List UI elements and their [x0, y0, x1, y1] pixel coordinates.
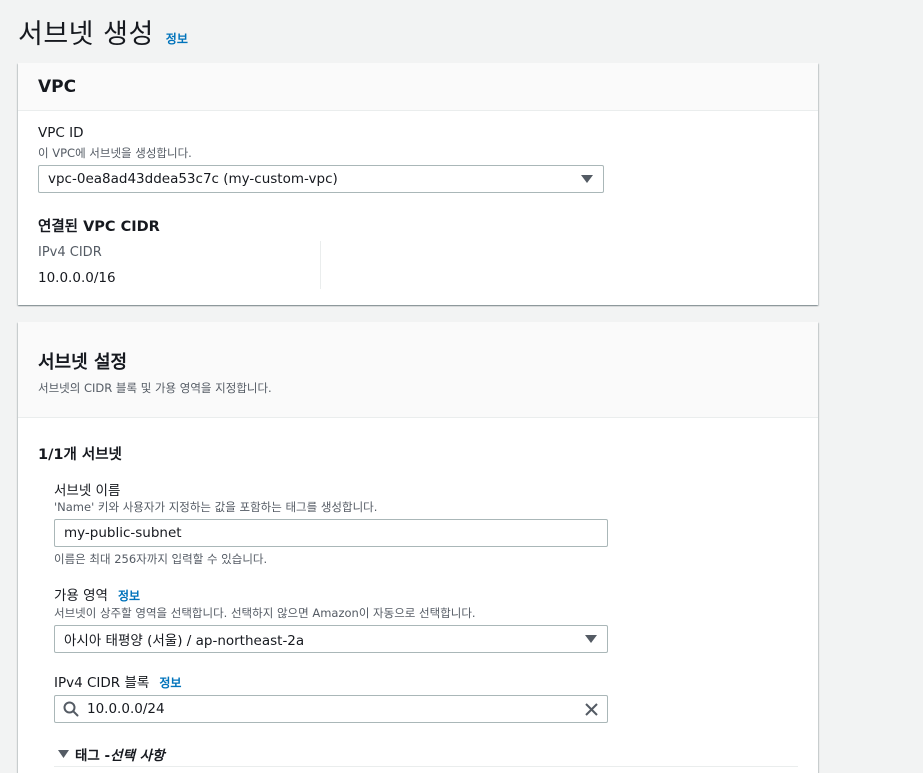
- subnet-settings-description: 서브넷의 CIDR 블록 및 가용 영역을 지정합니다.: [38, 381, 272, 395]
- tags-label: 태그 -: [75, 748, 111, 764]
- ipv4-cidr-label: IPv4 CIDR: [38, 245, 102, 260]
- cidr-block-input[interactable]: 10.0.0.0/24: [54, 695, 608, 723]
- caret-down-icon: [585, 635, 597, 643]
- cidr-block-label: IPv4 CIDR 블록: [54, 675, 150, 691]
- tags-optional: 선택 사항: [110, 748, 165, 764]
- search-icon: [63, 701, 79, 717]
- subnet-count-heading: 1/1개 서브넷: [38, 447, 122, 463]
- vpc-section-title: VPC: [38, 76, 77, 97]
- vpc-container: VPC VPC ID 이 VPC에 서브넷을 생성합니다. vpc-0ea8ad…: [18, 63, 818, 305]
- subnet-name-input[interactable]: my-public-subnet: [54, 519, 608, 547]
- close-icon[interactable]: [584, 702, 599, 717]
- tags-expander[interactable]: 태그 - 선택 사항: [58, 744, 165, 764]
- az-label: 가용 영역: [54, 588, 108, 604]
- vpc-id-select-value: vpc-0ea8ad43ddea53c7c (my-custom-vpc): [48, 171, 338, 187]
- subnet-settings-header: 서브넷 설정 서브넷의 CIDR 블록 및 가용 영역을 지정합니다.: [18, 322, 818, 418]
- tags-divider: [54, 766, 798, 767]
- subnet-settings-title: 서브넷 설정: [38, 352, 128, 373]
- caret-down-icon: [581, 175, 593, 183]
- subnet-name-value: my-public-subnet: [64, 525, 182, 541]
- az-description: 서브넷이 상주할 영역을 선택합니다. 선택하지 않으면 Amazon이 자동으…: [54, 606, 476, 620]
- vpc-id-description: 이 VPC에 서브넷을 생성합니다.: [38, 146, 192, 160]
- page-info-link[interactable]: 정보: [166, 30, 188, 47]
- triangle-down-icon: [58, 749, 69, 758]
- cidr-block-label-row: IPv4 CIDR 블록 정보: [54, 671, 181, 691]
- az-select[interactable]: 아시아 태평양 (서울) / ap-northeast-2a: [54, 625, 608, 653]
- az-info-link[interactable]: 정보: [118, 587, 140, 604]
- vpc-id-label: VPC ID: [38, 125, 84, 141]
- subnet-name-label: 서브넷 이름: [54, 483, 121, 499]
- subnet-name-description: 'Name' 키와 사용자가 지정하는 값을 포함하는 태그를 생성합니다.: [54, 500, 378, 514]
- az-select-value: 아시아 태평양 (서울) / ap-northeast-2a: [64, 633, 305, 649]
- az-label-row: 가용 영역 정보: [54, 584, 140, 604]
- column-divider: [320, 241, 321, 289]
- subnet-settings-container: 서브넷 설정 서브넷의 CIDR 블록 및 가용 영역을 지정합니다. 1/1개…: [18, 322, 818, 773]
- vpc-id-select[interactable]: vpc-0ea8ad43ddea53c7c (my-custom-vpc): [38, 165, 604, 193]
- subnet-name-hint: 이름은 최대 256자까지 입력할 수 있습니다.: [54, 552, 268, 566]
- ipv4-cidr-value: 10.0.0.0/16: [38, 270, 116, 286]
- cidr-block-info-link[interactable]: 정보: [159, 674, 181, 691]
- cidr-block-value: 10.0.0.0/24: [87, 701, 165, 717]
- vpc-cidr-heading: 연결된 VPC CIDR: [38, 219, 160, 235]
- page-header: 서브넷 생성 정보: [18, 12, 188, 51]
- page-title: 서브넷 생성: [18, 19, 154, 50]
- vpc-container-header: VPC: [18, 63, 818, 111]
